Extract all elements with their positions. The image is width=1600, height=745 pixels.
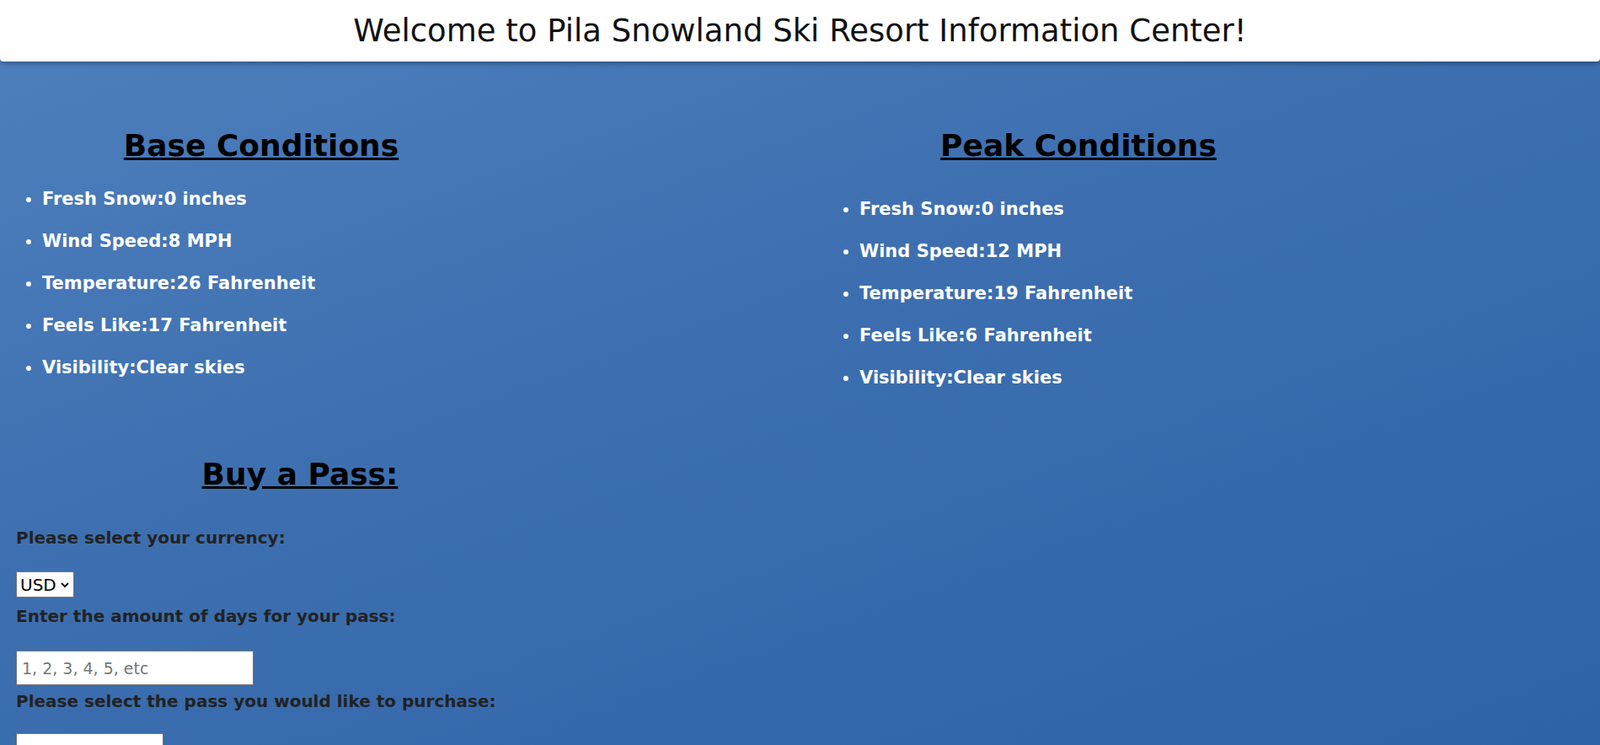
left-column: Base Conditions Fresh Snow:0 inchesWind S… — [0, 61, 523, 745]
conditions-heading: Base Conditions — [0, 126, 523, 166]
pass-form: Please select your currency: USD Enter the… — [0, 527, 523, 745]
days-input[interactable] — [16, 650, 254, 685]
conditions-list: Fresh Snow:0 inchesWind Speed:12 MPHTemp… — [817, 187, 1340, 399]
condition-item: Fresh Snow:0 inches — [42, 177, 523, 220]
conditions-list: Fresh Snow:0 inchesWind Speed:8 MPHTempe… — [0, 177, 523, 389]
right-column: Peak Conditions Fresh Snow:0 inchesWind S… — [817, 61, 1340, 745]
pass-type-select[interactable] — [16, 733, 164, 745]
header-title: Welcome to Pila Snowland Ski Resort Info… — [353, 12, 1247, 49]
condition-item: Wind Speed:12 MPH — [859, 230, 1340, 273]
pass-section: Buy a Pass:Please select your currency:U… — [0, 454, 523, 745]
condition-item: Fresh Snow:0 inches — [859, 187, 1340, 231]
currency-select[interactable]: USD — [16, 571, 75, 598]
days-label: Enter the amount of days for your pass: — [16, 605, 396, 627]
condition-item: Feels Like:17 Fahrenheit — [42, 304, 523, 347]
condition-item: Visibility:Clear skies — [859, 356, 1340, 399]
content: Base ConditionsFresh Snow:0 inchesWind S… — [0, 61, 1600, 745]
condition-item: Temperature:26 Fahrenheit — [42, 262, 523, 305]
currency-label: Please select your currency: — [16, 527, 286, 548]
page: Welcome to Pila Snowland Ski Resort Info… — [0, 0, 1600, 745]
conditions-heading: Peak Conditions — [817, 126, 1340, 166]
pass-heading: Buy a Pass: — [0, 454, 600, 494]
header: Welcome to Pila Snowland Ski Resort Info… — [0, 0, 1600, 62]
condition-item: Feels Like:6 Fahrenheit — [859, 314, 1340, 357]
condition-item: Wind Speed:8 MPH — [42, 219, 523, 263]
conditions-section: Base Conditions Fresh Snow:0 inchesWind S… — [0, 61, 523, 389]
chevron-down-icon — [59, 579, 70, 590]
conditions-section: Peak Conditions Fresh Snow:0 inchesWind S… — [817, 61, 1340, 399]
pass-type-label: Please select the pass you would like to… — [16, 690, 497, 712]
condition-item: Temperature:19 Fahrenheit — [859, 272, 1340, 315]
condition-item: Visibility:Clear skies — [42, 346, 523, 389]
